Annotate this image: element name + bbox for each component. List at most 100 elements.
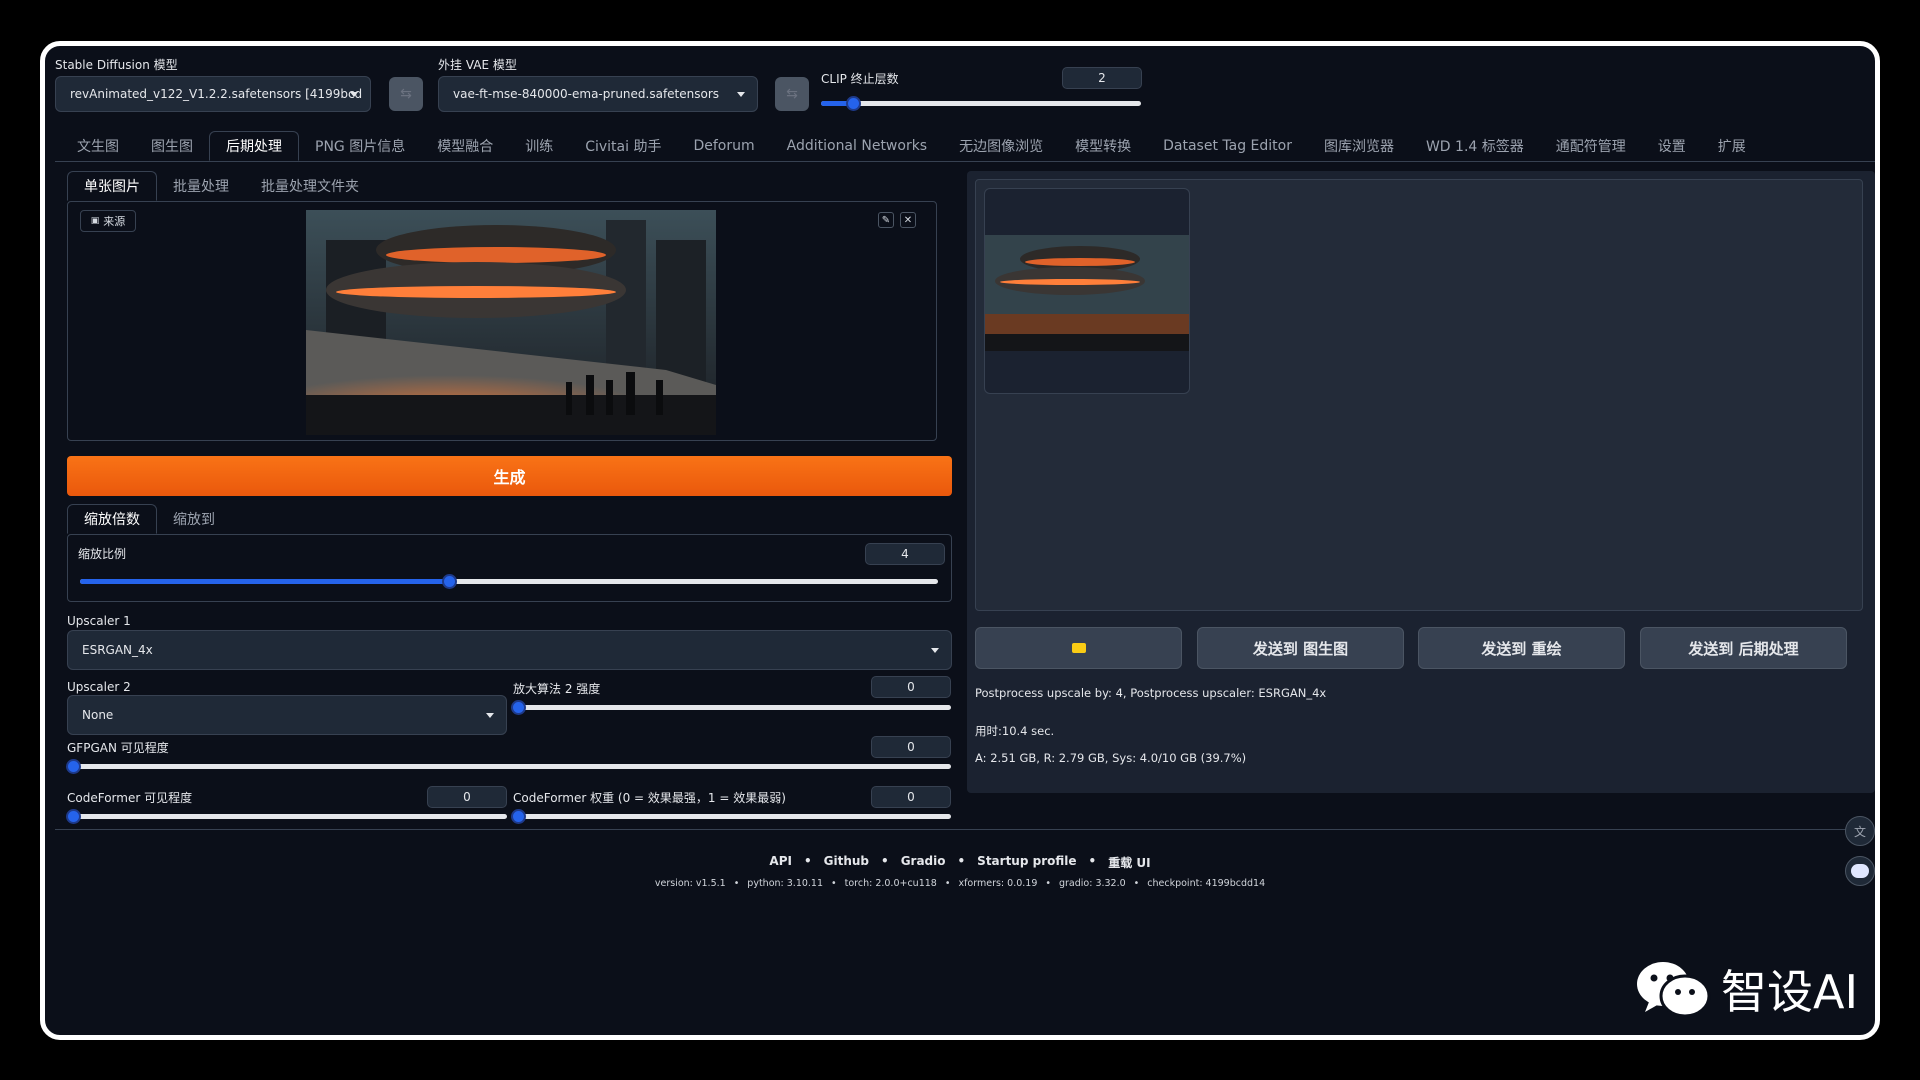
slider-handle[interactable]: [511, 809, 526, 824]
gfpgan-slider[interactable]: [66, 759, 951, 774]
upscaler1-dropdown[interactable]: ESRGAN_4x: [67, 630, 952, 670]
tab-4[interactable]: 模型融合: [421, 131, 509, 161]
source-image-panel: ▣ 来源 ✎ ✕: [67, 201, 937, 441]
tab-2[interactable]: 后期处理: [209, 131, 299, 161]
send-to-img2img-button[interactable]: 发送到 图生图: [1197, 627, 1404, 669]
scale-slider[interactable]: [80, 574, 938, 589]
slider-handle[interactable]: [511, 700, 526, 715]
main-tabs: 文生图 图生图 后期处理 PNG 图片信息 模型融合 训练 Civitai 助手 Deforu…: [61, 131, 1762, 161]
app-window: Stable Diffusion 模型 revAnimated_v122_V1.…: [40, 41, 1880, 1040]
scale-tabs: 缩放倍数 缩放到: [67, 504, 231, 534]
gfpgan-input[interactable]: 0: [871, 736, 951, 758]
separator: •: [831, 878, 837, 889]
clip-slider[interactable]: [821, 96, 1141, 111]
close-icon[interactable]: ✕: [900, 212, 916, 228]
upscaler2-dropdown[interactable]: None: [67, 695, 507, 735]
footer-version-2: torch: 2.0.0+cu118: [844, 878, 937, 889]
generate-button[interactable]: 生成: [67, 456, 952, 496]
tab-3[interactable]: PNG 图片信息: [299, 131, 421, 161]
vae-label: 外挂 VAE 模型: [438, 58, 517, 72]
slider-handle[interactable]: [66, 759, 81, 774]
upscaler2-value: None: [82, 708, 114, 722]
footer-link-3[interactable]: Startup profile: [977, 854, 1076, 871]
send-to-inpaint-button[interactable]: 发送到 重绘: [1418, 627, 1625, 669]
tab-1[interactable]: 图生图: [135, 131, 209, 161]
tab-15[interactable]: 设置: [1642, 131, 1702, 161]
scale-number-input[interactable]: 4: [865, 543, 945, 565]
tab-9[interactable]: 无边图像浏览: [943, 131, 1059, 161]
tab-6[interactable]: Civitai 助手: [569, 131, 677, 161]
tab-8[interactable]: Additional Networks: [771, 131, 943, 161]
footer-version-1: python: 3.10.11: [747, 878, 824, 889]
tab-0[interactable]: 文生图: [61, 131, 135, 161]
upscaler2-strength-label: 放大算法 2 强度: [513, 682, 601, 696]
tab-13[interactable]: WD 1.4 标签器: [1410, 131, 1540, 161]
footer-link-0[interactable]: API: [769, 854, 792, 871]
source-badge: ▣ 来源: [80, 210, 136, 232]
source-image[interactable]: [306, 210, 716, 435]
scale-tab-0[interactable]: 缩放倍数: [67, 504, 157, 534]
tab-11[interactable]: Dataset Tag Editor: [1147, 131, 1308, 161]
codeformer-visibility-input[interactable]: 0: [427, 786, 507, 808]
clip-label: CLIP 终止层数: [821, 72, 899, 86]
tab-16[interactable]: 扩展: [1702, 131, 1762, 161]
tab-10[interactable]: 模型转换: [1059, 131, 1147, 161]
scale-tab-1[interactable]: 缩放到: [157, 504, 231, 534]
tab-divider: [55, 161, 1875, 162]
separator: •: [957, 854, 966, 868]
footer-link-4[interactable]: 重载 UI: [1108, 854, 1150, 871]
edit-icon[interactable]: ✎: [878, 212, 894, 228]
slider-handle[interactable]: [441, 574, 457, 589]
scale-panel: 缩放比例 4: [67, 534, 952, 602]
time-taken: 用时:10.4 sec.: [975, 724, 1055, 738]
footer-version-5: checkpoint: 4199bcdd14: [1147, 878, 1266, 889]
codeformer-visibility-slider[interactable]: [66, 809, 507, 824]
tab-5[interactable]: 训练: [509, 131, 569, 161]
memory-usage: A: 2.51 GB, R: 2.79 GB, Sys: 4.0/10 GB (…: [975, 751, 1247, 765]
footer-divider: [55, 829, 1875, 830]
chevron-down-icon: [486, 713, 494, 718]
codeformer-weight-slider[interactable]: [511, 809, 951, 824]
chevron-down-icon: [737, 92, 745, 97]
slider-handle[interactable]: [66, 809, 81, 824]
generation-info: Postprocess upscale by: 4, Postprocess u…: [975, 686, 1327, 700]
clip-number-input[interactable]: 2: [1062, 67, 1142, 89]
image-icon: ▣: [90, 216, 100, 226]
upscaler2-strength-input[interactable]: 0: [871, 676, 951, 698]
source-label: 来源: [103, 215, 126, 228]
tab-14[interactable]: 通配符管理: [1540, 131, 1642, 161]
footer-version-0: version: v1.5.1: [654, 878, 726, 889]
sd-model-dropdown[interactable]: revAnimated_v122_V1.2.2.safetensors [419…: [55, 76, 371, 112]
separator: •: [1088, 854, 1097, 868]
tab-7[interactable]: Deforum: [677, 131, 770, 161]
upscaler1-label: Upscaler 1: [67, 614, 131, 628]
watermark: 智设AI: [1635, 956, 1858, 1022]
upscaler1-value: ESRGAN_4x: [82, 643, 153, 657]
tab-12[interactable]: 图库浏览器: [1308, 131, 1410, 161]
subtab-1[interactable]: 批量处理: [157, 171, 245, 201]
chevron-down-icon: [350, 92, 358, 97]
footer-links: API • Github • Gradio • Startup profile • 重载 UI: [45, 854, 1875, 871]
footer-version-3: xformers: 0.0.19: [958, 878, 1038, 889]
translate-icon[interactable]: 文: [1845, 816, 1875, 846]
open-folder-button[interactable]: [975, 627, 1182, 669]
separator: •: [944, 878, 951, 889]
refresh-model-button[interactable]: ⇆: [389, 77, 423, 111]
slider-handle[interactable]: [846, 96, 861, 111]
sd-model-label: Stable Diffusion 模型: [55, 58, 178, 72]
wechat-icon: [1637, 962, 1711, 1018]
subtab-2[interactable]: 批量处理文件夹: [245, 171, 375, 201]
upscaler2-strength-slider[interactable]: [511, 700, 951, 715]
output-thumbnail[interactable]: [984, 188, 1190, 394]
send-to-extras-button[interactable]: 发送到 后期处理: [1640, 627, 1847, 669]
output-gallery: [975, 179, 1863, 611]
footer-link-1[interactable]: Github: [824, 854, 869, 871]
assistant-icon[interactable]: [1845, 856, 1875, 886]
refresh-vae-button[interactable]: ⇆: [775, 77, 809, 111]
codeformer-weight-input[interactable]: 0: [871, 786, 951, 808]
codeformer-visibility-label: CodeFormer 可见程度: [67, 791, 193, 805]
subtab-0[interactable]: 单张图片: [67, 171, 157, 201]
footer-link-2[interactable]: Gradio: [901, 854, 946, 871]
vae-dropdown[interactable]: vae-ft-mse-840000-ema-pruned.safetensors: [438, 76, 758, 112]
refresh-icon: ⇆: [400, 86, 412, 102]
